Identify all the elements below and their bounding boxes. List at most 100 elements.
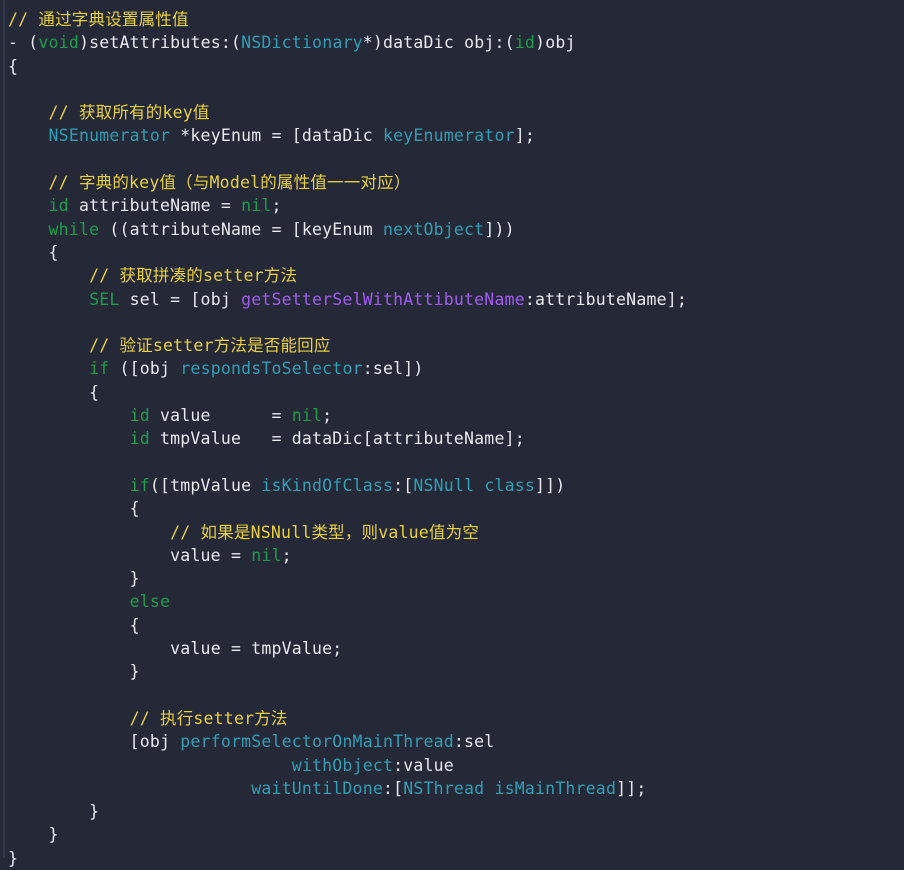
code-token-class: NSEnumerator — [48, 126, 171, 146]
code-line: value = tmpValue; — [0, 637, 904, 660]
code-line: SEL sel = [obj getSetterSelWithAttibuteN… — [0, 288, 904, 311]
code-line: withObject:value — [0, 754, 904, 777]
code-token-plain: setAttributes: — [89, 33, 231, 53]
code-token-plain: ([obj — [109, 359, 181, 379]
code-token-plain: ]]; — [616, 778, 647, 798]
code-token-plain: ((attributeName = [keyEnum — [99, 219, 383, 239]
code-token-comment: // 验证setter方法是否能回应 — [89, 336, 331, 356]
code-line: // 执行setter方法 — [0, 707, 904, 730]
code-token-plain: { — [48, 242, 59, 262]
code-token-keyword: while — [48, 219, 100, 239]
code-line: NSEnumerator *keyEnum = [dataDic keyEnum… — [0, 124, 904, 147]
code-token-plain: } — [48, 825, 59, 845]
code-line: id tmpValue = dataDic[attributeName]; — [0, 427, 904, 450]
code-token-plain: { — [129, 499, 140, 519]
code-token-plain: } — [8, 848, 19, 868]
code-line: waitUntilDone:[NSThread isMainThread]]; — [0, 777, 904, 800]
code-token-class: NSThread — [403, 778, 485, 798]
code-line: } — [0, 660, 904, 683]
code-line: { — [0, 241, 904, 264]
code-token-comment: // 获取所有的key值 — [48, 103, 210, 123]
code-token-plain: } — [129, 662, 140, 682]
code-token-plain: tmpValue = dataDic[attributeName]; — [149, 429, 525, 449]
code-token-plain: value = — [129, 545, 252, 565]
code-line: { — [0, 497, 904, 520]
code-token-plain: :sel — [453, 732, 495, 752]
code-token-plain: :[ — [382, 778, 404, 798]
code-line-list: // 通过字典设置属性值 - (void)setAttributes:(NSDic… — [0, 8, 904, 870]
code-token-keyword: id — [48, 196, 69, 216]
code-token-class: NSNull — [413, 475, 475, 495]
code-token-method: nextObject — [382, 219, 485, 239]
code-token-punct: ) — [372, 33, 384, 53]
code-token-plain: { — [89, 382, 100, 402]
code-token-punct: ( — [504, 33, 515, 53]
code-token-punct: ) — [78, 33, 90, 53]
code-token-comment: // 通过字典设置属性值 — [8, 10, 189, 29]
code-token-plain: :sel]) — [362, 359, 424, 379]
code-line: id value = nil; — [0, 404, 904, 427]
code-token-plain: * — [362, 33, 373, 53]
code-token-plain: *keyEnum = [dataDic — [170, 126, 383, 146]
code-token-selector: getSetterSelWithAttibuteName — [241, 289, 525, 309]
code-token-method: isMainThread — [494, 778, 617, 798]
code-token-plain: attributeName = — [68, 196, 242, 216]
code-token-plain: dataDic obj: — [383, 33, 505, 53]
code-line: [obj performSelectorOnMainThread:sel — [0, 730, 904, 753]
code-token-plain: { — [8, 56, 19, 76]
code-token-plain: ; — [281, 545, 292, 565]
code-token-method: waitUntilDone — [251, 778, 383, 798]
code-line: // 获取所有的key值 — [0, 101, 904, 124]
code-token-plain: value = tmpValue; — [170, 639, 343, 659]
code-token-plain: ; — [322, 406, 333, 426]
code-token-plain: - — [8, 33, 29, 53]
code-line: } — [0, 823, 904, 846]
code-line: - (void)setAttributes:(NSDictionary*)dat… — [0, 31, 904, 54]
code-line: { — [0, 55, 904, 78]
code-line: // 如果是NSNull类型，则value值为空 — [0, 521, 904, 544]
code-token-keyword: if — [89, 359, 110, 379]
code-token-punct: ( — [230, 33, 242, 53]
code-line: } — [0, 800, 904, 823]
code-token-plain: ([tmpValue — [149, 475, 262, 495]
code-token-plain: ]; — [514, 126, 535, 146]
code-token-plain: :attributeName]; — [524, 289, 687, 309]
code-token-keyword: nil — [241, 196, 272, 216]
code-token-keyword: id — [514, 33, 536, 53]
code-token-plain: value = — [149, 406, 292, 426]
code-line: value = nil; — [0, 544, 904, 567]
code-line: while ((attributeName = [keyEnum nextObj… — [0, 218, 904, 241]
code-token-plain: :[ — [393, 475, 414, 495]
code-token-plain: } — [129, 569, 140, 589]
code-token-method: class — [484, 475, 536, 495]
code-token-keyword: else — [129, 592, 171, 612]
